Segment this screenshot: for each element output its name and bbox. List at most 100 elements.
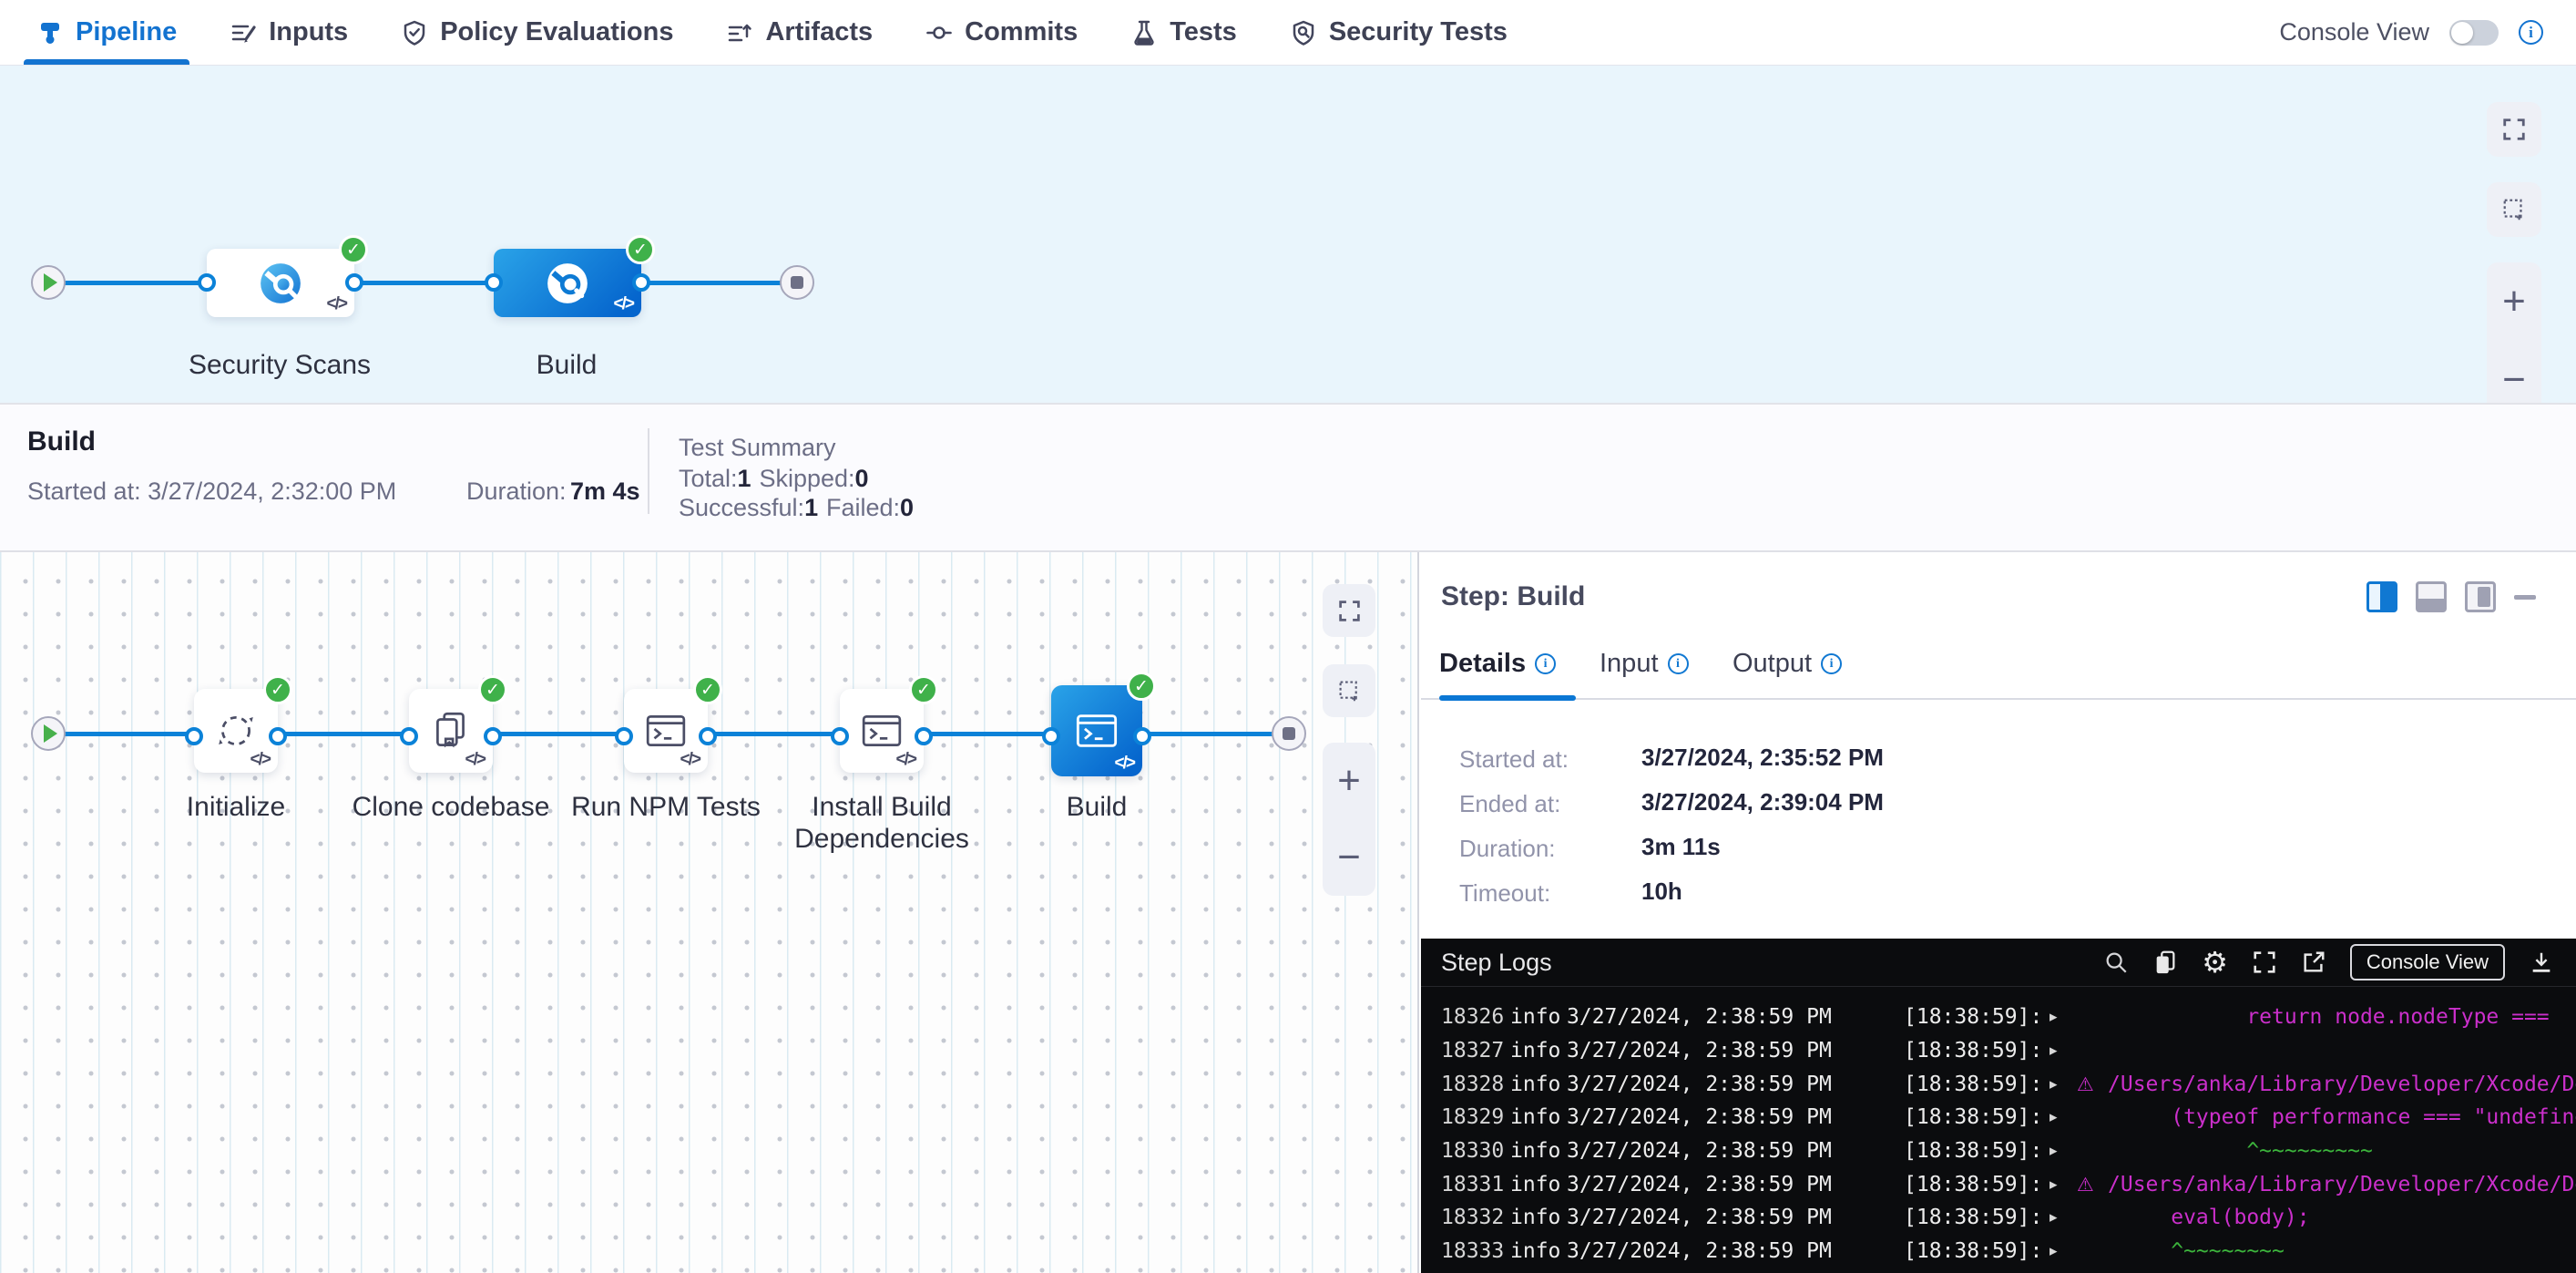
search-icon[interactable]: [2103, 950, 2129, 975]
detail-value: 3m 11s: [1641, 833, 1721, 861]
step-label[interactable]: Run NPM Tests: [538, 791, 793, 823]
log-rows[interactable]: 18326 info 3/27/2024, 2:38:59 PM [18:38:…: [1421, 988, 2576, 1273]
expand-arrow-icon[interactable]: ▸: [2050, 1175, 2077, 1194]
download-icon[interactable]: [2529, 950, 2554, 975]
node-port[interactable]: [185, 727, 203, 745]
step-label[interactable]: Install Build Dependencies: [782, 791, 982, 856]
node-port[interactable]: [915, 727, 933, 745]
node-port[interactable]: [632, 273, 650, 292]
info-icon[interactable]: i: [1668, 653, 1689, 674]
tab-inputs[interactable]: Inputs: [230, 0, 348, 65]
active-tab-underline: [24, 59, 189, 65]
log-date: 3/27/2024, 2:38:59 PM: [1567, 1039, 1840, 1063]
stage-label[interactable]: Build: [430, 350, 703, 381]
expand-arrow-icon[interactable]: ▸: [2050, 1042, 2077, 1060]
expand-arrow-icon[interactable]: ▸: [2050, 1208, 2077, 1227]
info-icon[interactable]: i: [1535, 653, 1556, 674]
summary-divider: [648, 428, 649, 514]
step-node-install-build-dependencies[interactable]: </>: [840, 689, 924, 773]
node-port[interactable]: [1042, 727, 1060, 745]
stage-flow-line: [48, 281, 797, 285]
log-time: [18:38:59]:: [1904, 1073, 2050, 1096]
console-view-button[interactable]: Console View: [2350, 944, 2505, 980]
settings-gear-icon[interactable]: ⚙: [2202, 948, 2228, 977]
log-date: 3/27/2024, 2:38:59 PM: [1567, 1206, 1840, 1229]
tab-input[interactable]: Input i: [1600, 649, 1689, 679]
stage-node-build[interactable]: </>: [494, 249, 641, 317]
layout-floating-panel-button[interactable]: [2465, 581, 2496, 612]
stage-node-security-scans[interactable]: </>: [207, 249, 354, 317]
node-port[interactable]: [831, 727, 849, 745]
zoom-in-button[interactable]: +: [2502, 282, 2526, 322]
scan-disc-icon: [545, 261, 590, 306]
fullscreen-button[interactable]: [1323, 584, 1375, 637]
step-label[interactable]: Build: [969, 791, 1224, 823]
stage-start-node[interactable]: [31, 716, 66, 751]
tab-pipeline[interactable]: Pipeline: [36, 0, 177, 65]
pipeline-start-node[interactable]: [31, 265, 66, 300]
expand-arrow-icon[interactable]: ▸: [2050, 1008, 2077, 1026]
info-icon[interactable]: i: [2519, 20, 2543, 45]
node-port[interactable]: [1133, 727, 1151, 745]
node-port[interactable]: [485, 273, 503, 292]
minimize-panel-button[interactable]: [2514, 595, 2536, 600]
initialize-refresh-icon: [214, 709, 258, 753]
zoom-out-button[interactable]: −: [2502, 360, 2526, 400]
top-nav: Pipeline Inputs Policy Evaluations Artif…: [0, 0, 2576, 66]
log-message: (typeof performance === "undefined": [2108, 1105, 2576, 1129]
expand-arrow-icon[interactable]: ▸: [2050, 1142, 2077, 1160]
fullscreen-button[interactable]: [2487, 102, 2541, 157]
stage-graph-canvas[interactable]: </> ✓ </> ✓ Security Scans Build: [0, 66, 2576, 403]
log-row: 18333 info 3/27/2024, 2:38:59 PM [18:38:…: [1421, 1235, 2576, 1268]
tab-tests[interactable]: Tests: [1130, 0, 1237, 65]
fullscreen-icon[interactable]: [2252, 950, 2277, 975]
open-in-new-icon[interactable]: [2301, 950, 2326, 975]
step-node-run-npm-tests[interactable]: </>: [624, 689, 708, 773]
node-port[interactable]: [400, 727, 418, 745]
copy-icon[interactable]: [2152, 950, 2178, 975]
tab-policy-evaluations[interactable]: Policy Evaluations: [401, 0, 673, 65]
tab-details[interactable]: Details i: [1439, 649, 1556, 679]
expand-arrow-icon[interactable]: ▸: [2050, 1108, 2077, 1126]
tab-artifacts[interactable]: Artifacts: [726, 0, 873, 65]
pipeline-end-node[interactable]: [780, 265, 814, 300]
tab-security-tests[interactable]: Security Tests: [1290, 0, 1508, 65]
zoom-in-button[interactable]: +: [1337, 761, 1361, 801]
expand-arrow-icon[interactable]: ▸: [2050, 1242, 2077, 1260]
tab-label: Policy Evaluations: [440, 17, 673, 47]
tab-commits[interactable]: Commits: [925, 0, 1078, 65]
terminal-icon: [644, 709, 688, 753]
node-port[interactable]: [615, 727, 633, 745]
layout-right-panel-button[interactable]: [2366, 581, 2397, 612]
info-icon[interactable]: i: [1821, 653, 1842, 674]
log-row: 18330 info 3/27/2024, 2:38:59 PM [18:38:…: [1421, 1134, 2576, 1168]
console-view-toggle[interactable]: [2449, 20, 2499, 46]
selection-tool-button[interactable]: [2487, 182, 2541, 237]
node-port[interactable]: [699, 727, 717, 745]
line-number: 18332: [1421, 1206, 1510, 1229]
node-port[interactable]: [198, 273, 216, 292]
code-icon: </>: [327, 294, 346, 314]
tab-output[interactable]: Output i: [1733, 649, 1842, 679]
step-graph-canvas[interactable]: </> ✓ </> ✓ </> ✓: [0, 552, 1419, 1273]
clone-codebase-icon: [429, 709, 473, 753]
expand-arrow-icon[interactable]: ▸: [2050, 1075, 2077, 1093]
selection-tool-button[interactable]: [1323, 664, 1375, 717]
success-badge: ✓: [339, 235, 368, 264]
node-port[interactable]: [269, 727, 287, 745]
step-node-initialize[interactable]: </>: [194, 689, 278, 773]
stage-summary: Build Started at: 3/27/2024, 2:32:00 PM …: [0, 403, 2576, 552]
layout-bottom-panel-button[interactable]: [2416, 581, 2447, 612]
detail-label: Duration:: [1459, 835, 1556, 863]
tab-label: Commits: [965, 17, 1078, 47]
step-node-clone-codebase[interactable]: </>: [409, 689, 493, 773]
node-port[interactable]: [345, 273, 363, 292]
node-port[interactable]: [484, 727, 502, 745]
log-level: info: [1510, 1039, 1567, 1063]
stage-label[interactable]: Security Scans: [143, 350, 416, 381]
stage-end-node[interactable]: [1272, 716, 1306, 751]
step-node-build[interactable]: </>: [1051, 685, 1142, 776]
log-message: return node.nodeType ===: [2108, 1005, 2576, 1029]
step-details-panel: Step: Build Details i Input i Output i S…: [1421, 552, 2576, 1273]
zoom-out-button[interactable]: −: [1337, 837, 1361, 878]
